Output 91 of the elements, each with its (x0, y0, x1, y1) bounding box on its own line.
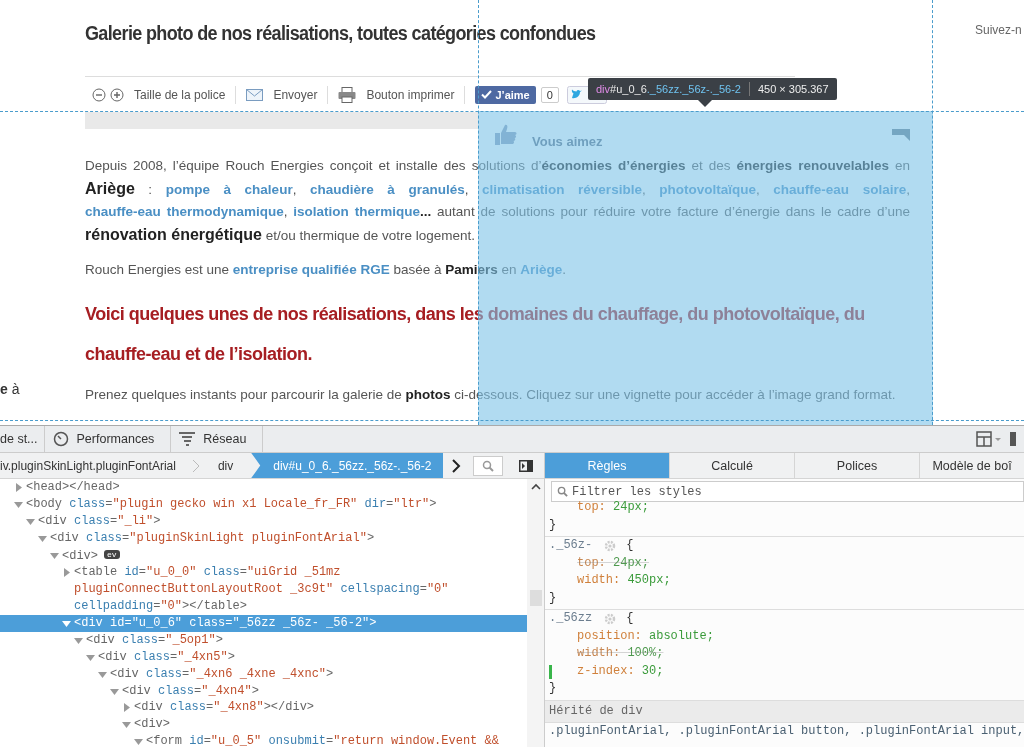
breadcrumb[interactable]: iv.pluginSkinLight.pluginFontArial (0, 453, 192, 478)
devtools-tab[interactable]: Réseau (171, 426, 264, 452)
link[interactable]: pompe à chaleur (165, 181, 293, 197)
triangle-icon[interactable] (86, 652, 95, 662)
markup-line[interactable]: <div class="_li"> (0, 512, 527, 530)
printer-icon[interactable] (338, 86, 357, 103)
triangle-icon[interactable] (110, 686, 119, 696)
share-action[interactable]: Envoyer (273, 87, 318, 102)
open-brace: { (626, 537, 634, 554)
filter-field[interactable]: Filtrer les styles (551, 481, 1024, 502)
event-badge[interactable]: ev (104, 549, 120, 559)
link[interactable]: isolation thermique (293, 204, 420, 219)
sidebar-tab[interactable]: Calculé (670, 453, 795, 478)
triangle-icon[interactable] (50, 550, 59, 560)
share-action[interactable]: Bouton imprimer (366, 87, 455, 102)
markup-line[interactable]: <table id="u_0_0" class="uiGrid _51mz pluginConnectButtonLayoutRoot _3c9t" cellspacing="0" cellpadding="0"></table> (0, 564, 527, 615)
triangle-icon[interactable] (98, 669, 107, 679)
close-brace: } (549, 589, 557, 607)
triangle-icon[interactable] (134, 737, 143, 747)
markup-line[interactable]: <div class="_4xn5"> (0, 648, 527, 666)
link[interactable]: chaudière à granulés (309, 181, 465, 197)
triangle-icon[interactable] (62, 568, 71, 578)
close-brace: } (549, 516, 557, 534)
page-title: Galerie photo de nos réalisations, toutes catégories confondues (85, 21, 597, 46)
sidebar-toggle-icon[interactable] (519, 459, 534, 472)
triangle-icon[interactable] (122, 703, 131, 713)
link[interactable]: entreprise qualifiée RGE (232, 262, 390, 277)
search-icon (557, 486, 568, 497)
close-brace: } (549, 680, 557, 697)
popup-label: Vous aimez (532, 134, 603, 146)
follow-link[interactable]: Suivez-n (975, 23, 1022, 37)
markup-line[interactable]: <div class="_4xn8"></div> (0, 699, 527, 717)
markup-line[interactable]: <div class="pluginSkinLight pluginFontArial"> (0, 529, 527, 547)
share-action[interactable]: Taille de la police (134, 87, 226, 102)
css-declaration[interactable]: top: 24px; (577, 554, 650, 572)
gear-icon[interactable] (604, 612, 617, 625)
markup-line[interactable]: <div class="_5op1"> (0, 631, 527, 649)
scroll-up-icon[interactable] (530, 483, 541, 490)
breadcrumb[interactable]: div (217, 453, 250, 478)
css-declaration[interactable]: z-index: 30; (577, 662, 664, 680)
css-declaration[interactable]: width: 450px; (577, 572, 671, 590)
triangle-icon[interactable] (38, 533, 47, 543)
markup-line[interactable]: <body class="plugin gecko win x1 Locale_fr_FR" dir="ltr"> (0, 495, 527, 513)
like-button[interactable]: J’aime (475, 85, 536, 104)
sidebar-text: e à (0, 381, 20, 397)
chevron-icon[interactable] (451, 458, 462, 473)
markup-line[interactable]: <head></head> (0, 479, 527, 496)
bars-icon (179, 432, 196, 446)
thumbs-up-icon (494, 123, 518, 145)
markup-line[interactable]: <div class="_4xn6 _4xne _4xnc"> (0, 665, 527, 683)
markup-line[interactable]: <div> (0, 716, 527, 734)
search-icon (482, 459, 495, 472)
envelope-icon[interactable] (246, 88, 264, 101)
triangle-icon[interactable] (62, 618, 71, 628)
paragraph: Depuis 2008, l’équipe Rouch Energies conçoit et installe des solutions d’économies d’énergies et des énergies renouvelables en Ariège : pompe à chaleur, chaudière à granulés, climatisation réversible, photovoltaïque, chauffe-eau solaire, chauffe-eau thermodynamique, isolation thermique... autant de solutions pour réduire votre facture d’énergie dans le cadre d’une rénovation énergétique et/ou thermique de votre logement. (85, 157, 910, 245)
paragraph: Rouch Energies est une entreprise qualifiée RGE basée à Pamiers en Ariège. (85, 261, 568, 279)
zoom-out-icon[interactable] (92, 87, 106, 102)
section-heading: Voici quelques unes de nos réalisations, dans les domaines du chauffage, du photovoltaïque, du chauffe-eau et de l’isolation. (85, 302, 866, 366)
devtools-tab[interactable]: de st... (0, 426, 45, 452)
tooltip-arrow-icon (698, 100, 712, 108)
sidebar-tab[interactable]: Modèle de boî (920, 453, 1024, 478)
markup-line[interactable]: <div> ev (0, 546, 527, 565)
css-selector[interactable]: .pluginFontArial, .pluginFontArial button, .pluginFontArial input, (545, 723, 1024, 741)
triangle-icon[interactable] (26, 516, 35, 526)
css-declaration[interactable]: width: 100%; (577, 645, 664, 663)
search-field[interactable] (473, 455, 504, 476)
link[interactable]: chauffe-eau thermodynamique (85, 204, 284, 219)
markup-line[interactable]: <form id="u_0_5" onsubmit="return window.Event && (0, 733, 527, 747)
css-declaration[interactable]: top: 24px; (577, 499, 650, 517)
css-selector[interactable]: ._56zz (549, 610, 593, 628)
zoom-in-icon[interactable] (110, 87, 124, 102)
chevron-icon (191, 458, 200, 473)
triangle-icon[interactable] (74, 635, 83, 645)
dock-icon[interactable] (1010, 431, 1016, 447)
like-count: 0 (540, 86, 559, 103)
markup-line[interactable]: <div class="_4xn4"> (0, 682, 527, 700)
triangle-icon[interactable] (122, 720, 131, 730)
corner-icon[interactable] (892, 129, 910, 141)
gauge-icon (52, 431, 69, 447)
css-selector[interactable]: ._56z- (549, 537, 593, 555)
layout-icon[interactable] (976, 431, 1002, 447)
sidebar-tab[interactable]: Polices (795, 453, 920, 478)
inherited-header: Hérité de div (545, 700, 1024, 723)
scrollbar[interactable] (527, 479, 544, 747)
devtools-tab[interactable]: Performances (44, 426, 172, 452)
gear-icon[interactable] (604, 539, 617, 552)
css-declaration[interactable]: position: absolute; (577, 627, 714, 645)
open-brace: { (626, 610, 634, 627)
check-icon (481, 90, 493, 99)
triangle-icon[interactable] (14, 499, 23, 509)
triangle-icon[interactable] (14, 483, 23, 492)
